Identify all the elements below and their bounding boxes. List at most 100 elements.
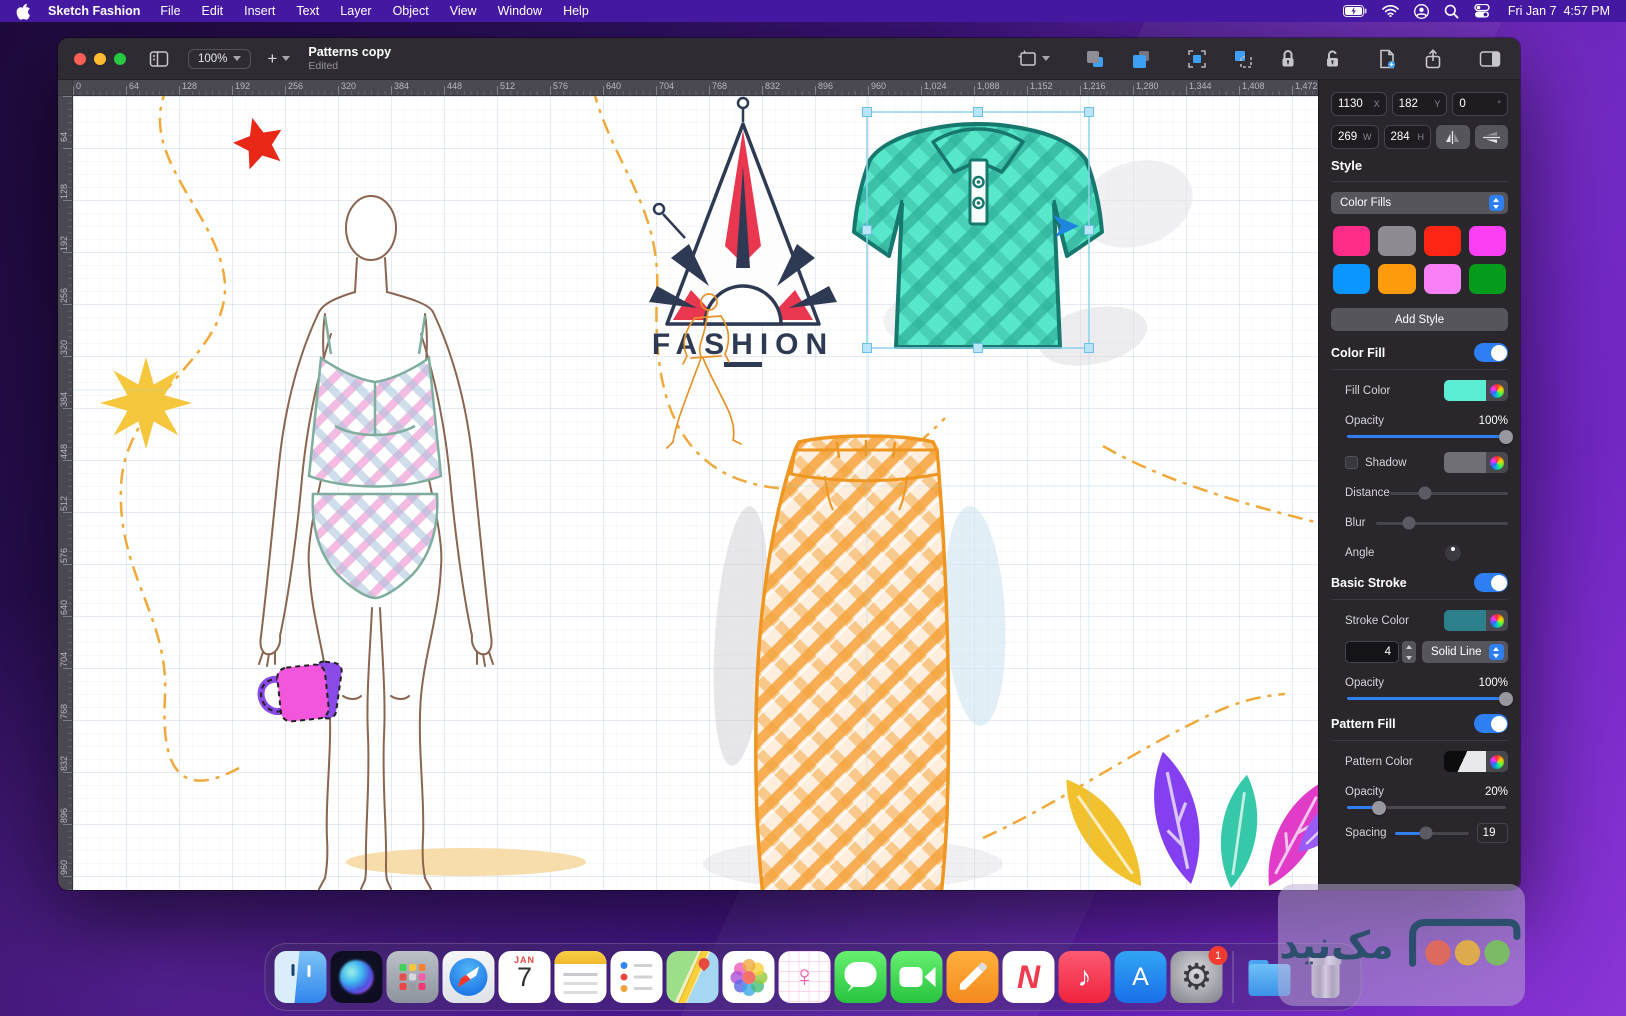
stroke-color-well[interactable] bbox=[1444, 610, 1508, 631]
ungroup-button[interactable] bbox=[1228, 46, 1258, 72]
swimsuit[interactable] bbox=[309, 316, 441, 598]
style-swatch[interactable] bbox=[1424, 264, 1461, 294]
battery-icon[interactable] bbox=[1343, 5, 1367, 17]
style-swatch[interactable] bbox=[1378, 226, 1415, 256]
sidebar-toggle-button[interactable] bbox=[144, 47, 174, 71]
dock-item-facetime[interactable] bbox=[891, 951, 943, 1003]
shadow-blur-slider[interactable] bbox=[1376, 522, 1508, 525]
fashion-logo[interactable]: FASHION bbox=[649, 98, 837, 367]
dock-item-finder[interactable] bbox=[275, 951, 327, 1003]
plaid-skirt[interactable] bbox=[756, 436, 949, 890]
export-button[interactable] bbox=[1372, 46, 1402, 72]
dock-item-maps[interactable] bbox=[667, 951, 719, 1003]
dock-item-sketch-fashion[interactable]: ♀ bbox=[779, 951, 831, 1003]
menu-text[interactable]: Text bbox=[296, 4, 319, 18]
user-icon[interactable] bbox=[1414, 4, 1429, 19]
dock-item-siri[interactable] bbox=[331, 951, 383, 1003]
close-button[interactable] bbox=[74, 53, 86, 65]
add-style-button[interactable]: Add Style bbox=[1331, 308, 1508, 331]
stroke-width-stepper[interactable] bbox=[1402, 641, 1416, 663]
menu-layer[interactable]: Layer bbox=[340, 4, 371, 18]
yellow-starburst[interactable] bbox=[100, 357, 192, 449]
pattern-opacity-slider[interactable] bbox=[1347, 806, 1506, 809]
group-button[interactable] bbox=[1182, 46, 1212, 72]
menu-file[interactable]: File bbox=[160, 4, 180, 18]
lock-button[interactable] bbox=[1274, 46, 1302, 72]
dock-item-music[interactable]: ♪ bbox=[1059, 951, 1111, 1003]
menu-object[interactable]: Object bbox=[393, 4, 429, 18]
ruler-vertical: 6412819225632038444851257664070476883289… bbox=[58, 96, 73, 890]
shadow-distance-slider[interactable] bbox=[1390, 492, 1508, 495]
dock-item-system-preferences[interactable]: ⚙1 bbox=[1171, 951, 1223, 1003]
pattern-spacing-value[interactable]: 19 bbox=[1477, 823, 1508, 843]
dock-item-reminders[interactable] bbox=[611, 951, 663, 1003]
dock-item-drawing-app[interactable] bbox=[947, 951, 999, 1003]
minimize-button[interactable] bbox=[94, 53, 106, 65]
control-center-icon[interactable] bbox=[1474, 4, 1490, 18]
style-swatch[interactable] bbox=[1424, 226, 1461, 256]
menu-help[interactable]: Help bbox=[563, 4, 589, 18]
y-position-field[interactable]: 182Y bbox=[1392, 92, 1448, 116]
search-icon[interactable] bbox=[1444, 4, 1459, 19]
ruler-label: 128 bbox=[59, 184, 69, 199]
ruler-label: 1,024 bbox=[924, 81, 947, 91]
fill-opacity-slider[interactable] bbox=[1347, 435, 1506, 438]
share-button[interactable] bbox=[1418, 46, 1448, 72]
dock-item-messages[interactable] bbox=[835, 951, 887, 1003]
pattern-spacing-slider[interactable] bbox=[1395, 832, 1469, 835]
zoom-level-dropdown[interactable]: 100% bbox=[188, 49, 251, 69]
x-position-field[interactable]: 1130X bbox=[1331, 92, 1387, 116]
reminders-icon bbox=[611, 951, 663, 1003]
flip-horizontal-button[interactable] bbox=[1436, 125, 1470, 149]
red-star[interactable] bbox=[228, 111, 289, 171]
flip-vertical-button[interactable] bbox=[1475, 125, 1509, 149]
width-field[interactable]: 269W bbox=[1331, 125, 1379, 149]
dock-item-launchpad[interactable] bbox=[387, 951, 439, 1003]
style-swatch[interactable] bbox=[1469, 264, 1506, 294]
shadow-checkbox[interactable] bbox=[1345, 456, 1358, 469]
style-swatch[interactable] bbox=[1469, 226, 1506, 256]
dock-item-calendar[interactable]: JAN7 bbox=[499, 951, 551, 1003]
artboard-button[interactable] bbox=[1013, 47, 1054, 71]
ruler-label: 448 bbox=[59, 444, 69, 459]
apple-icon[interactable] bbox=[16, 3, 32, 19]
menu-edit[interactable]: Edit bbox=[202, 4, 224, 18]
send-backward-button[interactable] bbox=[1080, 46, 1110, 72]
style-swatch[interactable] bbox=[1333, 264, 1370, 294]
dock-item-app-store[interactable]: A bbox=[1115, 951, 1167, 1003]
leaves-decoration[interactable] bbox=[1050, 747, 1318, 890]
basic-stroke-toggle[interactable] bbox=[1474, 573, 1508, 592]
pattern-color-well[interactable] bbox=[1444, 751, 1508, 772]
menu-view[interactable]: View bbox=[450, 4, 477, 18]
menu-window[interactable]: Window bbox=[498, 4, 542, 18]
stroke-width-field[interactable]: 4 bbox=[1345, 641, 1399, 663]
pattern-fill-toggle[interactable] bbox=[1474, 714, 1508, 733]
mug[interactable] bbox=[261, 660, 343, 722]
dock-item-notes[interactable] bbox=[555, 951, 607, 1003]
rotation-field[interactable]: 0° bbox=[1452, 92, 1508, 116]
wifi-icon[interactable] bbox=[1382, 5, 1399, 17]
inspector-toggle-button[interactable] bbox=[1474, 47, 1506, 71]
menu-insert[interactable]: Insert bbox=[244, 4, 275, 18]
stroke-style-dropdown[interactable]: Solid Line bbox=[1422, 641, 1508, 663]
dock-item-safari[interactable] bbox=[443, 951, 495, 1003]
fullscreen-button[interactable] bbox=[114, 53, 126, 65]
shadow-angle-knob[interactable] bbox=[1445, 545, 1461, 561]
bring-forward-button[interactable] bbox=[1126, 46, 1156, 72]
shadow-color-well[interactable] bbox=[1444, 452, 1508, 473]
insert-button[interactable]: + bbox=[267, 49, 290, 69]
notification-badge: 1 bbox=[1209, 946, 1228, 965]
color-fill-toggle[interactable] bbox=[1474, 343, 1508, 362]
dock-item-photos[interactable] bbox=[723, 951, 775, 1003]
dock-item-news[interactable]: N bbox=[1003, 951, 1055, 1003]
style-swatch[interactable] bbox=[1333, 226, 1370, 256]
unlock-button[interactable] bbox=[1318, 46, 1346, 72]
active-app-name[interactable]: Sketch Fashion bbox=[48, 4, 140, 18]
fill-color-well[interactable] bbox=[1444, 380, 1508, 401]
menu-bar-clock[interactable]: Fri Jan 7 4:57 PM bbox=[1508, 4, 1610, 18]
artboard[interactable]: FASHION bbox=[73, 96, 1318, 890]
fill-type-dropdown[interactable]: Color Fills bbox=[1331, 192, 1508, 214]
height-field[interactable]: 284H bbox=[1384, 125, 1432, 149]
style-swatch[interactable] bbox=[1378, 264, 1415, 294]
stroke-opacity-slider[interactable] bbox=[1347, 697, 1506, 700]
